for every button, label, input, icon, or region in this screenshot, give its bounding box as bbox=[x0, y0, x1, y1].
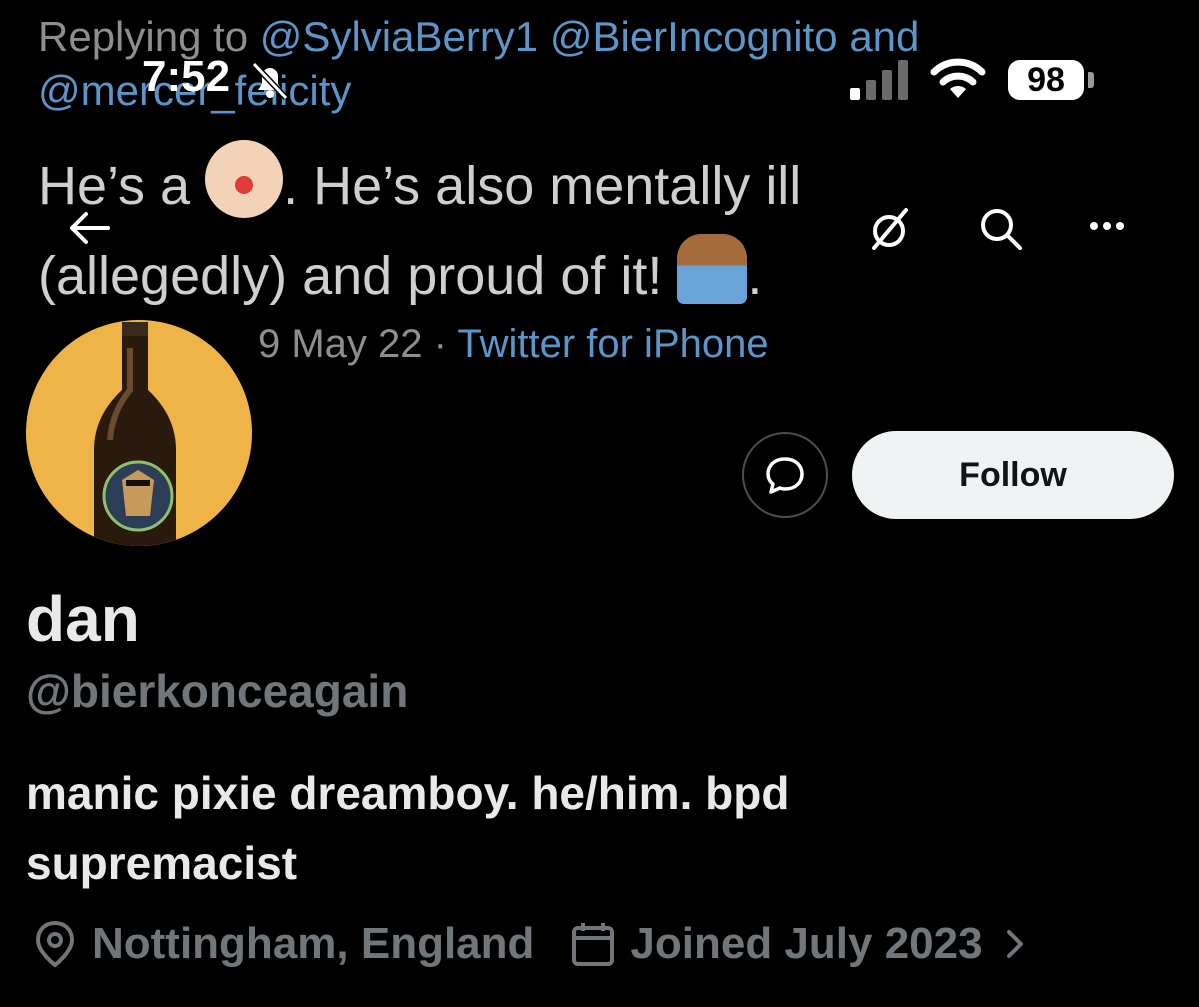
hide-icon[interactable] bbox=[862, 202, 916, 256]
tweet-meta: 9 May 22 · Twitter for iPhone bbox=[258, 322, 769, 367]
wifi-icon bbox=[930, 58, 986, 98]
location-text: Nottingham, England bbox=[92, 919, 535, 968]
calendar-icon bbox=[572, 923, 615, 966]
clown-emoji-icon bbox=[205, 140, 284, 218]
back-arrow-icon[interactable] bbox=[68, 206, 112, 250]
beer-bottle-image bbox=[94, 322, 176, 546]
tweet-text-part: . He’s also mentally ill bbox=[283, 156, 802, 216]
message-button[interactable] bbox=[742, 432, 828, 518]
tweet-date: 9 May 22 · bbox=[258, 322, 447, 366]
location-pin-icon bbox=[35, 920, 75, 968]
joined-date: Joined July 2023 bbox=[630, 919, 983, 968]
bell-slash-icon bbox=[251, 61, 289, 101]
and-text: and bbox=[849, 13, 920, 60]
chevron-right-icon[interactable] bbox=[1001, 924, 1029, 964]
bio-line: manic pixie dreamboy. he/him. bpd bbox=[26, 767, 790, 819]
bio-line: supremacist bbox=[26, 837, 298, 889]
mention-link: @SylviaBerry1 bbox=[259, 13, 539, 60]
more-icon[interactable] bbox=[1082, 206, 1132, 246]
status-time: 7:52 bbox=[142, 52, 231, 101]
follow-button[interactable]: Follow bbox=[852, 431, 1174, 519]
tweet-text-part: . bbox=[747, 246, 763, 306]
user-handle: @bierkonceagain bbox=[26, 665, 409, 717]
bio: manic pixie dreamboy. he/him. bpd suprem… bbox=[26, 758, 1026, 898]
mention-link: @BierIncognito bbox=[549, 13, 838, 60]
profile-page: Replying to @SylviaBerry1 @BierIncognito… bbox=[0, 0, 1199, 1007]
profile-meta-row: Nottingham, England Joined July 2023 bbox=[30, 912, 1029, 976]
battery-tip bbox=[1088, 72, 1094, 88]
display-name: dan bbox=[26, 583, 140, 655]
avatar[interactable] bbox=[24, 318, 254, 548]
battery-indicator: 98 bbox=[1008, 60, 1084, 100]
tweet-text-part: He’s a bbox=[38, 156, 191, 216]
tweet-text-part: (allegedly) and proud of it! bbox=[38, 246, 663, 306]
shrug-emoji-icon bbox=[677, 234, 748, 304]
search-icon[interactable] bbox=[974, 202, 1028, 256]
signal-icon bbox=[850, 60, 908, 100]
tweet-source: Twitter for iPhone bbox=[457, 322, 769, 366]
message-icon bbox=[766, 457, 804, 494]
